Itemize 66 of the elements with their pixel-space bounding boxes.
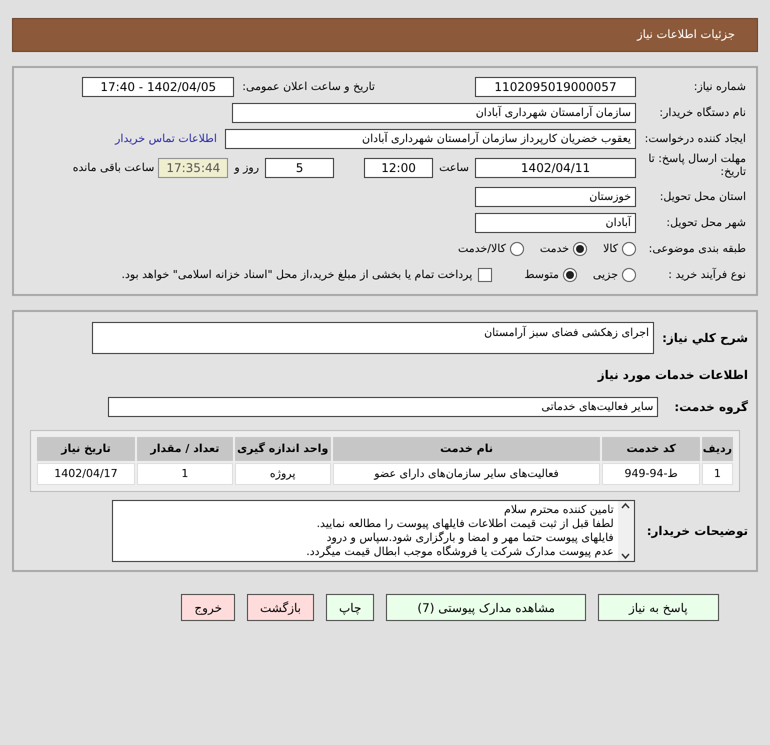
note-line: لطفا قبل از ثبت قیمت اطلاعات فایلهای پیوست را مطالعه نمایید. [316, 517, 614, 531]
province-field: خوزستان [475, 187, 636, 207]
action-button[interactable]: خروج [181, 594, 235, 621]
field-label: ساعت [439, 160, 469, 176]
field-label: توضیحات خریدار: [646, 523, 749, 540]
contact-link[interactable]: اطلاعات تماس خریدار [115, 130, 217, 148]
notes-field[interactable]: تامین کننده محترم سلام لطفا قبل از ثبت قیمت اطلاعات فایلهای پیوست را مطالعه نمایید. فایلهای پیوست حتما مهر و امضا و بارگزاری شود.سپاس و درود عدم پیوست مدارک شرکت یا فروشگاه موجب ابطال قیمت میگردد. [112, 500, 635, 562]
need-number-field: 1102095019000057 [475, 77, 636, 97]
column-header: کد خدمت [602, 437, 700, 461]
description-field: اجرای زهکشی فضای سبز آرامستان [92, 322, 654, 354]
field-label: ایجاد کننده درخواست: [644, 130, 747, 147]
buyer-org-field: سازمان آرامستان شهرداری آبادان [232, 103, 636, 123]
announce-date-field: 1402/04/05 - 17:40 [82, 77, 234, 97]
table-cell: 1 [136, 463, 233, 485]
column-header: تاریخ نیاز [37, 437, 135, 461]
city-field: آبادان [475, 213, 636, 233]
column-header: نام خدمت [332, 437, 600, 461]
requester-field: یعقوب خضریان کارپرداز سازمان آرامستان شهرداری آبادان [225, 129, 636, 149]
field-label: تاریخ و ساعت اعلان عمومی: [242, 78, 375, 95]
table-cell: فعالیت‌های سایر سازمان‌های دارای عضو [332, 463, 600, 485]
radio-label: کالا [603, 240, 618, 257]
deadline-date-field: 1402/04/11 [475, 158, 636, 178]
radio-button[interactable] [573, 242, 588, 256]
field-label: طبقه بندی موضوعی: [648, 240, 747, 257]
section-title: اطلاعات خدمات مورد نیاز [598, 367, 749, 384]
field-label: شماره نیاز: [692, 78, 747, 95]
column-header: ردیف [702, 437, 733, 461]
note-line: فایلهای پیوست حتما مهر و امضا و بارگزاری شود.سپاس و درود [326, 531, 614, 545]
action-button[interactable]: پاسخ به نیاز [598, 594, 719, 621]
field-label: شهر محل تحویل: [665, 214, 747, 231]
radio-label: متوسط [524, 266, 559, 283]
radio-button[interactable] [622, 268, 636, 282]
scroll-down-icon[interactable] [621, 553, 630, 559]
deadline-time-field: 12:00 [364, 158, 434, 178]
radio-label: جزیی [592, 266, 618, 283]
scroll-up-icon[interactable] [621, 503, 630, 509]
radio-button[interactable] [562, 268, 577, 282]
table-cell: پروژه [234, 463, 331, 485]
radio-label: کالا/خدمت [458, 240, 506, 257]
action-button[interactable]: مشاهده مدارک پیوستی (7) [386, 594, 586, 621]
radio-label: خدمت [540, 240, 570, 257]
action-button[interactable]: بازگشت [247, 594, 314, 621]
table-cell: ط-94-949 [602, 463, 700, 485]
radio-button[interactable] [622, 242, 636, 256]
days-field: 5 [265, 158, 334, 178]
field-label: گروه خدمت: [673, 399, 749, 416]
field-label: روز و [234, 160, 260, 176]
column-header: تعداد / مقدار [136, 437, 233, 461]
note-line: تامین کننده محترم سلام [503, 503, 614, 517]
field-label: نوع فرآیند خرید : [667, 266, 747, 283]
page-title: جزئیات اطلاعات نیاز [637, 26, 735, 44]
action-button[interactable]: چاپ [326, 594, 374, 621]
table-cell: 1402/04/17 [37, 463, 135, 485]
checkbox-label: پرداخت تمام یا بخشی از مبلغ خرید،از محل "اسناد خزانه اسلامی" خواهد بود. [122, 266, 472, 283]
note-line: عدم پیوست مدارک شرکت یا فروشگاه موجب ابطال قیمت میگردد. [305, 545, 614, 559]
field-label: مهلت ارسال پاسخ: تا تاریخ: [647, 152, 747, 178]
radio-button[interactable] [510, 242, 524, 256]
field-label: نام دستگاه خریدار: [658, 104, 747, 121]
checkbox[interactable] [478, 268, 492, 282]
table-cell: 1 [702, 463, 733, 485]
field-label: استان محل تحویل: [658, 188, 747, 205]
field-label: شرح کلي نیاز: [661, 330, 749, 347]
field-label: ساعت باقی مانده [72, 160, 154, 176]
column-header: واحد اندازه گیری [234, 437, 331, 461]
service-group-field: سایر فعالیت‌های خدماتی [108, 397, 658, 417]
remaining-time-field: 17:35:44 [158, 158, 228, 178]
